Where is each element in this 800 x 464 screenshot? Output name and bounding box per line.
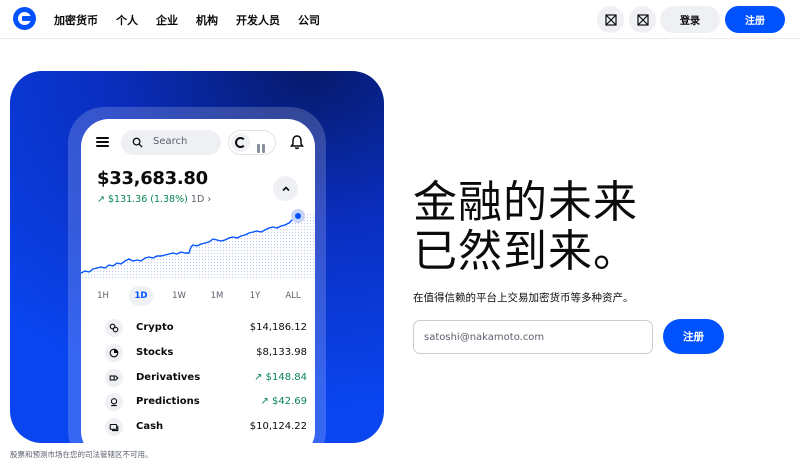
nav-link-businesses[interactable]: 企业 [156, 12, 178, 28]
search-icon [604, 13, 617, 26]
asset-row-cash: Cash $10,124.22 [81, 415, 315, 440]
asset-value: $10,124.22 [249, 421, 307, 433]
phone-mockup: Search $33,683.80 ↗ $131.36 (1.38%) 1D ›… [81, 119, 315, 459]
chart-bars-icon [257, 138, 267, 153]
asset-name: Crypto [136, 322, 174, 333]
asset-name: Cash [136, 421, 164, 433]
pie-chart-icon [105, 343, 123, 362]
nav-links: 加密货币 个人 企业 机构 开发人员 公司 [54, 12, 320, 28]
hero-subline: 在值得信赖的平台上交易加密货币等多种资产。 [413, 292, 634, 304]
search-icon [132, 137, 143, 148]
globe-icon [636, 13, 649, 26]
headline-line-1: 金融的未来 [413, 177, 638, 228]
asset-list: Crypto $14,186.12 Stocks $8,133.98 Deriv… [81, 316, 315, 440]
search-button[interactable] [597, 6, 624, 33]
cash-icon [105, 418, 123, 437]
range-tab-1m: 1M [210, 291, 224, 301]
asset-name: Predictions [136, 396, 200, 408]
email-field[interactable] [413, 320, 653, 354]
chevron-up-icon [281, 185, 290, 191]
range-tab-1y: 1Y [249, 291, 261, 301]
asset-row-crypto: Crypto $14,186.12 [81, 316, 315, 341]
nav-link-crypto[interactable]: 加密货币 [54, 12, 98, 28]
chart-area [81, 214, 315, 279]
login-button[interactable]: 登录 [660, 6, 720, 33]
coin-icon [231, 133, 250, 152]
bell-icon [290, 135, 304, 150]
language-button[interactable] [629, 6, 656, 33]
asset-row-predictions: Predictions ↗ $42.69 [81, 390, 315, 415]
signup-button[interactable]: 注册 [725, 6, 785, 33]
hero-signup-button[interactable]: 注册 [663, 319, 724, 354]
top-nav: 加密货币 个人 企业 机构 开发人员 公司 登录 注册 [0, 0, 800, 39]
time-range-tabs: 1H 1D 1W 1M 1Y ALL [91, 286, 305, 306]
collapse-button [273, 176, 298, 201]
asset-value: ↗ $148.84 [254, 371, 307, 383]
phone-search: Search [121, 130, 221, 155]
range-tab-1d: 1D [129, 286, 153, 306]
asset-name: Stocks [136, 346, 174, 358]
coinbase-logo[interactable] [13, 7, 36, 30]
availability-footnote: 股票和预测市场在您的司法管辖区不可用。 [10, 450, 153, 459]
asset-row-stocks: Stocks $8,133.98 [81, 341, 315, 366]
portfolio-chart [81, 209, 315, 279]
nav-link-individuals[interactable]: 个人 [116, 12, 138, 28]
range-tab-1w: 1W [172, 291, 186, 301]
headline-line-2: 已然到来。 [413, 226, 638, 277]
nav-link-institutions[interactable]: 机构 [196, 12, 218, 28]
asset-value: $8,133.98 [256, 346, 307, 358]
asset-value: $14,186.12 [249, 322, 307, 333]
asset-row-derivatives: Derivatives ↗ $148.84 [81, 366, 315, 391]
range-tab-1h: 1H [97, 291, 109, 301]
chart-current-point [295, 213, 301, 219]
portfolio-balance: $33,683.80 [97, 168, 208, 189]
phone-search-placeholder: Search [153, 136, 188, 147]
nav-link-developers[interactable]: 开发人员 [236, 12, 280, 28]
view-toggle [228, 130, 276, 155]
predictions-icon [105, 393, 123, 412]
hero-headline: 金融的未来 已然到来。 [413, 178, 638, 276]
range-tab-all: ALL [285, 291, 301, 301]
nav-link-company[interactable]: 公司 [298, 12, 320, 28]
asset-value: ↗ $42.69 [260, 396, 307, 408]
menu-icon [96, 137, 109, 147]
coins-icon [105, 319, 123, 337]
asset-name: Derivatives [136, 371, 201, 383]
derivatives-icon [105, 368, 123, 387]
